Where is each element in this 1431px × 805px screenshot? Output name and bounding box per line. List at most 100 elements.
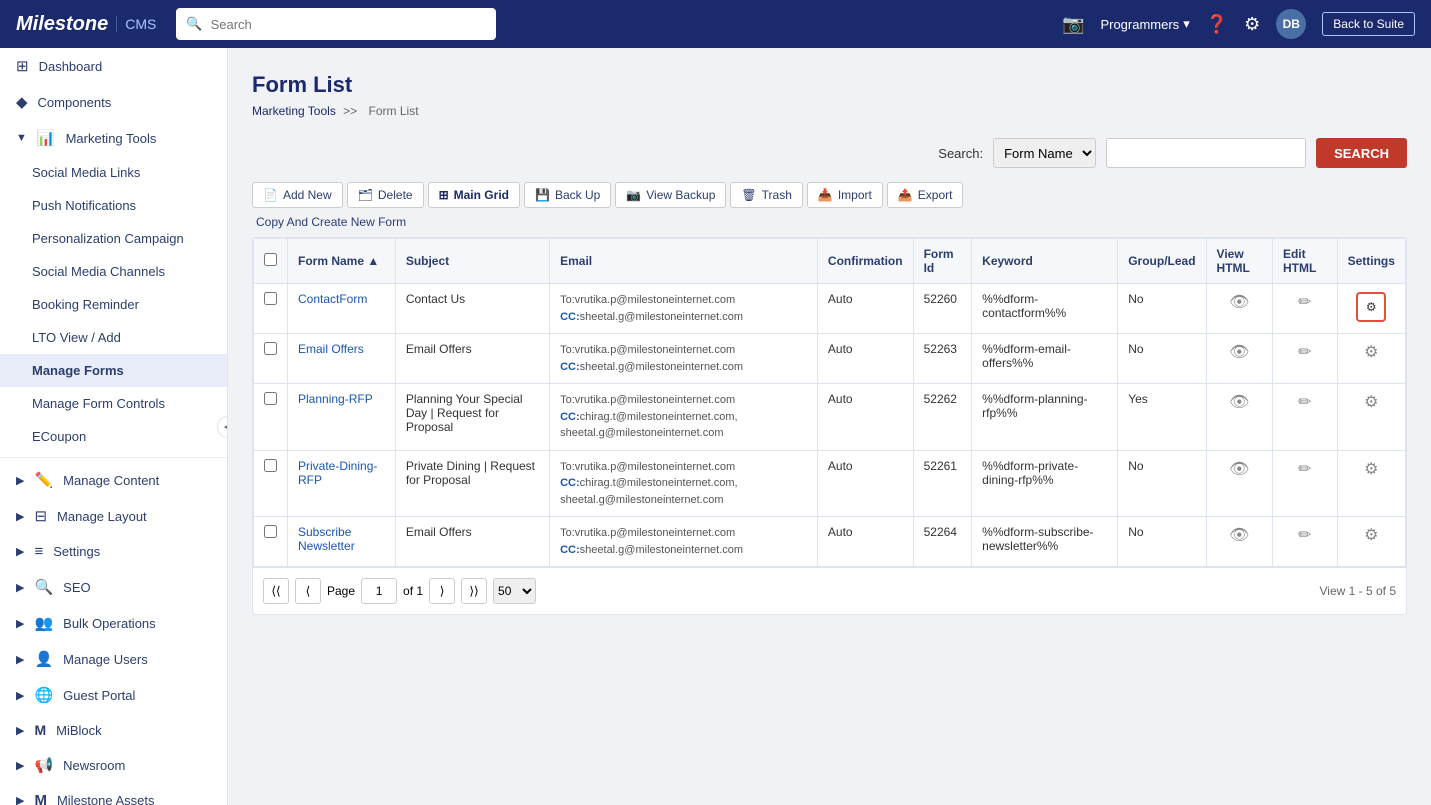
view-html-button[interactable]: 👁 <box>1229 525 1249 545</box>
sidebar-item-label: Push Notifications <box>32 198 136 213</box>
main-grid-button[interactable]: ⊞ Main Grid <box>428 182 520 208</box>
form-name-link[interactable]: ContactForm <box>298 292 367 306</box>
sidebar-item-push-notifications[interactable]: Push Notifications <box>0 189 227 222</box>
sidebar-item-bulk-operations[interactable]: ▶ 👥 Bulk Operations <box>0 605 227 641</box>
view-html-button[interactable]: 👁 <box>1229 342 1249 362</box>
page-number-input[interactable] <box>361 578 397 604</box>
newsroom-icon: 📢 <box>34 756 53 774</box>
settings-icon[interactable]: ⚙ <box>1244 14 1260 35</box>
sidebar-item-components[interactable]: ◆ Components <box>0 84 227 120</box>
edit-html-cell: ✏ <box>1272 384 1337 451</box>
edit-html-button[interactable]: ✏ <box>1298 459 1311 479</box>
topnav-search-box[interactable]: 🔍 <box>176 8 496 40</box>
sidebar-item-newsroom[interactable]: ▶ 📢 Newsroom <box>0 747 227 783</box>
sidebar-item-settings[interactable]: ▶ ≡ Settings <box>0 534 227 569</box>
settings-button[interactable]: ⚙ <box>1364 342 1378 362</box>
per-page-select[interactable]: 50 25 100 <box>493 578 536 604</box>
edit-html-button[interactable]: ✏ <box>1298 392 1311 412</box>
subject-cell: Email Offers <box>395 517 549 567</box>
export-button[interactable]: 📤 Export <box>887 182 964 208</box>
form-name-link[interactable]: Planning-RFP <box>298 392 373 406</box>
view-html-button[interactable]: 👁 <box>1229 292 1249 312</box>
sidebar-item-label: Components <box>38 95 112 110</box>
back-up-button[interactable]: 💾 Back Up <box>524 182 611 208</box>
settings-button[interactable]: ⚙ <box>1364 525 1378 545</box>
sidebar-item-personalization-campaign[interactable]: Personalization Campaign <box>0 222 227 255</box>
group-lead-cell: No <box>1118 334 1206 384</box>
last-page-button[interactable]: ⟩⟩ <box>461 578 487 604</box>
sidebar-item-manage-form-controls[interactable]: Manage Form Controls <box>0 387 227 420</box>
form-name-link[interactable]: Private-Dining-RFP <box>298 459 377 487</box>
row-checkbox[interactable] <box>264 392 277 405</box>
sidebar-item-guest-portal[interactable]: ▶ 🌐 Guest Portal <box>0 677 227 713</box>
sidebar-item-marketing-tools[interactable]: ▼ 📊 Marketing Tools <box>0 120 227 156</box>
edit-html-button[interactable]: ✏ <box>1298 525 1311 545</box>
camera-icon[interactable]: 📷 <box>1062 14 1084 35</box>
breadcrumb-home-link[interactable]: Marketing Tools <box>252 104 336 118</box>
first-page-button[interactable]: ⟨⟨ <box>263 578 289 604</box>
confirmation-cell: Auto <box>817 334 913 384</box>
sidebar-item-label: Social Media Channels <box>32 264 165 279</box>
confirmation-cell: Auto <box>817 384 913 451</box>
sidebar-item-manage-layout[interactable]: ▶ ⊟ Manage Layout <box>0 498 227 534</box>
keyword-cell: %%dform-planning-rfp%% <box>972 384 1118 451</box>
row-checkbox[interactable] <box>264 342 277 355</box>
search-type-select[interactable]: Form Name Subject Email <box>993 138 1096 168</box>
sidebar-item-manage-users[interactable]: ▶ 👤 Manage Users <box>0 641 227 677</box>
edit-html-button[interactable]: ✏ <box>1298 292 1311 312</box>
page-title: Form List <box>252 72 1407 98</box>
sidebar-item-seo[interactable]: ▶ 🔍 SEO <box>0 569 227 605</box>
programmers-dropdown[interactable]: Programmers ▾ <box>1100 16 1189 32</box>
avatar[interactable]: DB <box>1276 9 1306 39</box>
help-icon[interactable]: ❓ <box>1206 14 1228 35</box>
view-html-button[interactable]: 👁 <box>1229 459 1249 479</box>
group-lead-cell: No <box>1118 517 1206 567</box>
view-backup-button[interactable]: 📷 View Backup <box>615 182 726 208</box>
row-checkbox[interactable] <box>264 292 277 305</box>
sidebar-item-label: Milestone Assets <box>57 793 155 805</box>
sidebar-item-ecoupon[interactable]: ECoupon <box>0 420 227 453</box>
row-checkbox-cell <box>254 384 288 451</box>
edit-html-button[interactable]: ✏ <box>1298 342 1311 362</box>
form-name-link[interactable]: Email Offers <box>298 342 364 356</box>
subject-cell: Private Dining | Request for Proposal <box>395 450 549 517</box>
prev-page-button[interactable]: ⟨ <box>295 578 321 604</box>
settings-sidebar-icon: ≡ <box>34 543 43 560</box>
sidebar-item-manage-forms[interactable]: Manage Forms <box>0 354 227 387</box>
search-button[interactable]: SEARCH <box>1316 138 1407 168</box>
delete-button[interactable]: 🗂 Delete <box>347 182 424 208</box>
sidebar-item-lto-view-add[interactable]: LTO View / Add <box>0 321 227 354</box>
manage-content-icon: ✏️ <box>34 471 53 489</box>
view-html-cell: 👁 <box>1206 334 1272 384</box>
settings-button[interactable]: ⚙ <box>1364 392 1378 412</box>
sidebar-item-social-media-channels[interactable]: Social Media Channels <box>0 255 227 288</box>
trash-button[interactable]: 🗑 Trash <box>730 182 802 208</box>
sidebar-item-booking-reminder[interactable]: Booking Reminder <box>0 288 227 321</box>
manage-users-icon: 👤 <box>34 650 53 668</box>
add-new-button[interactable]: 📄 Add New <box>252 182 343 208</box>
sidebar-item-miblock[interactable]: ▶ M MiBlock <box>0 713 227 747</box>
select-all-checkbox[interactable] <box>264 253 277 266</box>
sidebar-item-dashboard[interactable]: ⊞ Dashboard <box>0 48 227 84</box>
settings-highlighted-button[interactable]: ⚙ <box>1356 292 1386 322</box>
form-name-cell: Private-Dining-RFP <box>288 450 396 517</box>
import-button[interactable]: 📥 Import <box>807 182 883 208</box>
sidebar-item-social-media-links[interactable]: Social Media Links <box>0 156 227 189</box>
sidebar-item-manage-content[interactable]: ▶ ✏️ Manage Content <box>0 462 227 498</box>
settings-button[interactable]: ⚙ <box>1364 459 1378 479</box>
row-checkbox[interactable] <box>264 459 277 472</box>
sidebar-item-label: MiBlock <box>56 723 102 738</box>
settings-cell: ⚙ <box>1337 450 1405 517</box>
sidebar-item-milestone-assets[interactable]: ▶ M Milestone Assets <box>0 783 227 805</box>
keyword-cell: %%dform-subscribe-newsletter%% <box>972 517 1118 567</box>
sidebar-item-label: Guest Portal <box>63 688 135 703</box>
search-input[interactable] <box>1106 138 1306 168</box>
next-page-button[interactable]: ⟩ <box>429 578 455 604</box>
col-settings: Settings <box>1337 239 1405 284</box>
topnav-search-input[interactable] <box>211 17 487 32</box>
back-to-suite-button[interactable]: Back to Suite <box>1322 12 1415 36</box>
form-name-link[interactable]: Subscribe Newsletter <box>298 525 355 553</box>
row-checkbox[interactable] <box>264 525 277 538</box>
table-row: Subscribe Newsletter Email Offers To:vru… <box>254 517 1406 567</box>
view-html-button[interactable]: 👁 <box>1229 392 1249 412</box>
